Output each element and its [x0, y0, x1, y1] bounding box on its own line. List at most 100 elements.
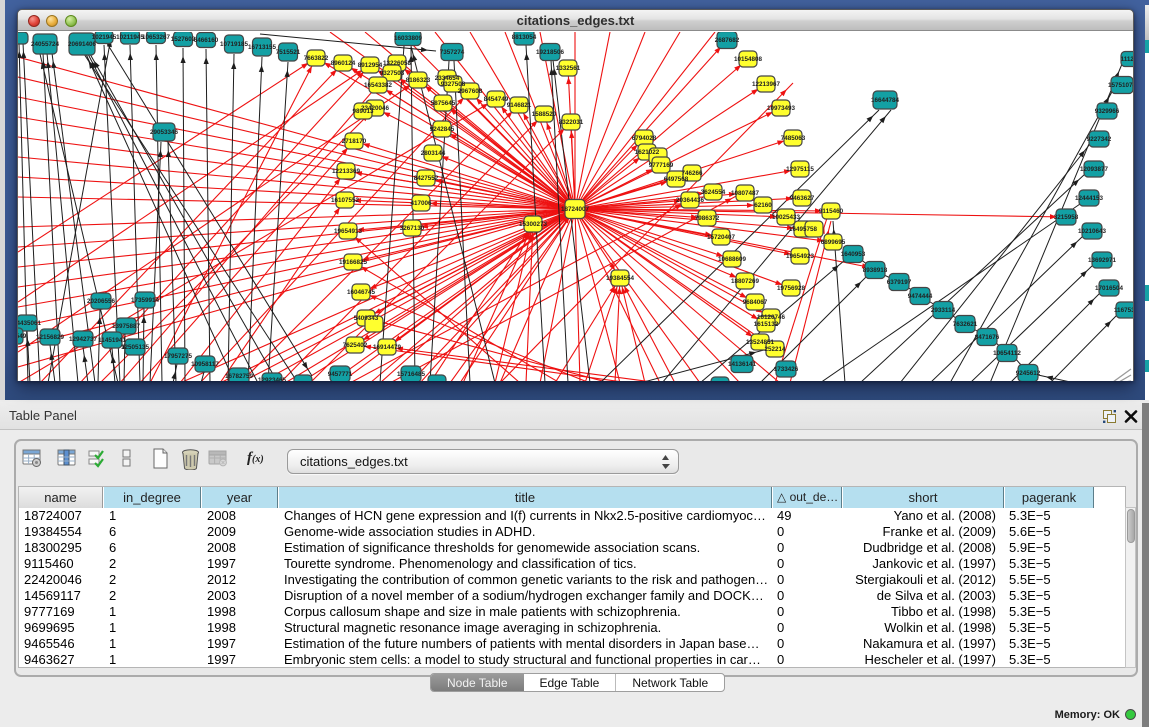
svg-text:2687682: 2687682	[715, 37, 740, 44]
svg-text:10807487: 10807487	[731, 190, 760, 197]
svg-text:17957275: 17957275	[164, 353, 193, 360]
svg-text:3915549: 3915549	[18, 333, 27, 340]
svg-text:2718170: 2718170	[342, 138, 367, 145]
svg-text:9115460: 9115460	[819, 208, 844, 215]
svg-text:10958117: 10958117	[191, 361, 219, 368]
svg-text:8427552: 8427552	[414, 175, 439, 182]
svg-text:10654112: 10654112	[993, 350, 1021, 357]
svg-text:29053346: 29053346	[150, 129, 179, 136]
svg-text:20364436: 20364436	[676, 197, 705, 204]
svg-text:11451941: 11451941	[98, 337, 126, 344]
svg-text:19384554: 19384554	[606, 275, 635, 282]
svg-text:20206556: 20206556	[87, 298, 116, 305]
svg-text:8454749: 8454749	[484, 96, 509, 103]
svg-text:19166825: 19166825	[339, 259, 368, 266]
svg-text:7515521: 7515521	[276, 49, 301, 56]
svg-text:6794028: 6794028	[632, 135, 657, 142]
svg-text:9777169: 9777169	[649, 162, 674, 169]
svg-text:19654923: 19654923	[786, 253, 815, 260]
svg-text:7357274: 7357274	[440, 49, 465, 56]
svg-text:1527602: 1527602	[171, 36, 196, 43]
svg-text:10211945: 10211945	[116, 34, 144, 41]
svg-text:9327503: 9327503	[380, 70, 405, 77]
svg-text:5409343: 5409343	[354, 315, 379, 322]
svg-text:9245612: 9245612	[1016, 370, 1041, 377]
svg-text:5875645: 5875645	[431, 100, 456, 107]
svg-text:1621022: 1621022	[635, 149, 660, 156]
svg-text:252214: 252214	[764, 346, 786, 353]
svg-text:6379197: 6379197	[887, 279, 912, 286]
svg-text:24055724: 24055724	[31, 41, 60, 48]
svg-text:8938918: 8938918	[863, 267, 888, 274]
svg-text:12444153: 12444153	[1075, 195, 1104, 202]
svg-text:16543382: 16543382	[364, 82, 393, 89]
svg-text:1615132: 1615132	[754, 321, 779, 328]
svg-text:16495758: 16495758	[789, 226, 818, 233]
svg-text:19218506: 19218506	[536, 49, 565, 56]
svg-text:8960124: 8960124	[331, 60, 356, 67]
svg-text:15751074: 15751074	[1108, 82, 1133, 89]
svg-text:13226058: 13226058	[383, 60, 412, 67]
svg-text:10154808: 10154808	[734, 56, 763, 63]
svg-text:417006: 417006	[410, 200, 432, 207]
svg-text:16782759: 16782759	[225, 373, 254, 380]
svg-text:8471676: 8471676	[975, 334, 1000, 341]
svg-text:3624554: 3624554	[701, 189, 726, 196]
svg-text:10688609: 10688609	[718, 256, 747, 263]
svg-text:9329966: 9329966	[1095, 108, 1120, 115]
svg-text:6466160: 6466160	[194, 37, 219, 44]
svg-text:9684067: 9684067	[743, 299, 768, 306]
svg-text:1021945: 1021945	[92, 34, 117, 41]
svg-text:15300273: 15300273	[519, 221, 548, 228]
svg-text:10719185: 10719185	[220, 41, 249, 48]
svg-text:10025433: 10025433	[772, 214, 801, 221]
svg-text:14136141: 14136141	[728, 361, 757, 368]
svg-text:18724007: 18724007	[561, 206, 590, 213]
svg-text:9146821: 9146821	[507, 102, 532, 109]
svg-text:9463627: 9463627	[790, 195, 815, 202]
svg-text:13524851: 13524851	[746, 339, 775, 346]
svg-text:19756928: 19756928	[777, 285, 806, 292]
svg-text:20691406: 20691406	[68, 41, 97, 48]
svg-text:16120746: 16120746	[757, 314, 786, 321]
svg-text:746266: 746266	[681, 170, 703, 177]
svg-text:6497568: 6497568	[664, 176, 689, 183]
svg-text:12156829: 12156829	[36, 334, 65, 341]
svg-text:6899695: 6899695	[821, 239, 846, 246]
svg-text:15716485: 15716485	[397, 371, 426, 378]
svg-text:10210643: 10210643	[1078, 228, 1107, 235]
svg-text:3215958: 3215958	[1054, 214, 1079, 221]
svg-text:17016504: 17016504	[1095, 285, 1124, 292]
svg-text:10653267: 10653267	[142, 34, 171, 41]
svg-text:9242845: 9242845	[430, 126, 455, 133]
svg-text:13975887: 13975887	[112, 323, 141, 330]
svg-text:1733426: 1733426	[774, 366, 799, 373]
svg-text:9474444: 9474444	[908, 293, 933, 300]
svg-text:16033809: 16033809	[394, 35, 423, 42]
svg-text:7986372: 7986372	[695, 215, 720, 222]
svg-text:12942737: 12942737	[69, 336, 98, 343]
svg-text:14435061: 14435061	[18, 320, 41, 327]
svg-text:15720407: 15720407	[707, 234, 736, 241]
svg-text:16914479: 16914479	[373, 344, 402, 351]
svg-text:2803144: 2803144	[421, 150, 446, 157]
svg-text:7663822: 7663822	[304, 55, 329, 62]
svg-text:7625402: 7625402	[343, 342, 368, 349]
svg-text:16107552: 16107552	[331, 197, 360, 204]
svg-text:12505135: 12505135	[121, 344, 150, 351]
svg-text:12923465: 12923465	[258, 377, 287, 381]
svg-text:13692971: 13692971	[1088, 257, 1117, 264]
svg-text:2933114: 2933114	[931, 307, 956, 314]
svg-text:8322031: 8322031	[559, 119, 584, 126]
svg-text:2967608: 2967608	[458, 88, 483, 95]
svg-text:12213967: 12213967	[752, 81, 781, 88]
svg-text:12975115: 12975115	[786, 166, 814, 173]
svg-text:62160: 62160	[754, 202, 772, 209]
svg-text:1640953: 1640953	[841, 251, 866, 258]
svg-text:7485063: 7485063	[781, 135, 806, 142]
svg-text:8186323: 8186323	[406, 77, 431, 84]
svg-text:17359914: 17359914	[131, 297, 160, 304]
svg-text:7632621: 7632621	[953, 321, 978, 328]
svg-text:16713155: 16713155	[248, 44, 277, 51]
svg-text:11123: 11123	[1121, 56, 1133, 63]
